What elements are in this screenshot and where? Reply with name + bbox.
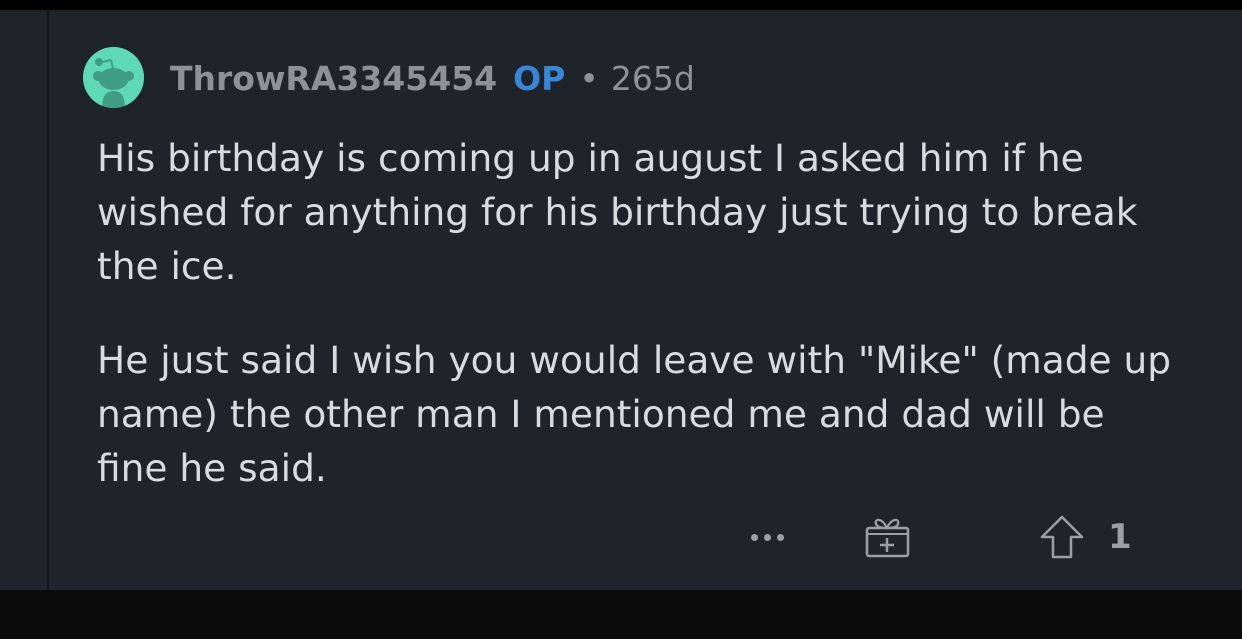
meta-separator: • [579, 58, 599, 98]
more-options-icon [776, 533, 784, 541]
comment-age: 265d [610, 58, 695, 98]
thread-line[interactable] [47, 10, 49, 590]
bottom-edge-bar [0, 590, 1242, 639]
more-options-button[interactable] [744, 517, 790, 557]
op-badge: OP [513, 58, 566, 98]
username[interactable]: ThrowRA3345454 [170, 59, 497, 98]
more-options-icon [763, 533, 771, 541]
upvote-button[interactable] [1038, 512, 1086, 562]
comment-body: His birthday is coming up in august I as… [97, 131, 1177, 495]
top-edge-bar [0, 0, 1242, 10]
upvote-arrow-icon [1040, 515, 1084, 559]
award-button[interactable] [862, 512, 912, 562]
comment-meta: ThrowRA3345454 OP • 265d [170, 56, 695, 100]
snoo-avatar-icon[interactable] [83, 47, 144, 108]
comment-paragraph: He just said I wish you would leave with… [97, 338, 1172, 490]
gift-award-icon [865, 518, 910, 558]
more-options-icon [750, 533, 758, 541]
vote-count: 1 [1108, 517, 1132, 557]
comment-paragraph: His birthday is coming up in august I as… [97, 136, 1138, 288]
